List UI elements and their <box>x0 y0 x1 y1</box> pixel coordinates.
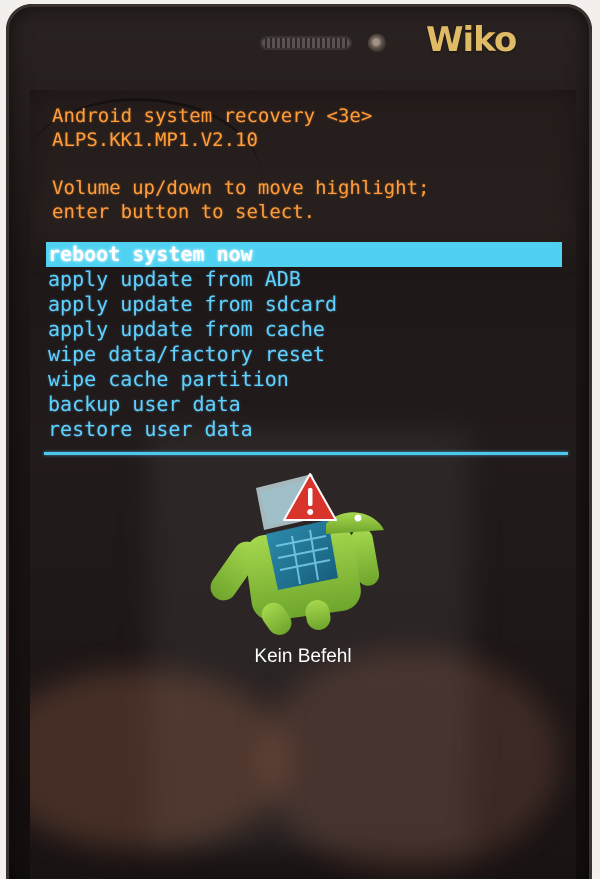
photo-frame: Wiko Android system recovery <3e> ALPS.K… <box>0 0 600 879</box>
recovery-version: ALPS.KK1.MP1.V2.10 <box>52 129 258 151</box>
menu-divider <box>44 452 568 455</box>
android-error-icon <box>210 473 384 635</box>
recovery-title: Android system recovery <3e> <box>52 105 373 127</box>
menu-item-backup-user-data[interactable]: backup user data <box>46 392 562 417</box>
hand-reflection-right <box>260 650 560 870</box>
menu-item-wipe-data-factory-reset[interactable]: wipe data/factory reset <box>46 342 562 367</box>
instruction-line-1: Volume up/down to move highlight; <box>52 177 430 199</box>
earpiece-speaker <box>262 38 350 48</box>
menu-item-apply-update-adb[interactable]: apply update from ADB <box>46 267 562 292</box>
menu-item-apply-update-sdcard[interactable]: apply update from sdcard <box>46 292 562 317</box>
status-caption: Kein Befehl <box>254 646 352 667</box>
menu-item-apply-update-cache[interactable]: apply update from cache <box>46 317 562 342</box>
menu-item-reboot-system-now[interactable]: reboot system now <box>46 242 562 267</box>
recovery-menu: reboot system now apply update from ADB … <box>46 242 562 442</box>
brand-logo: Wiko <box>426 20 517 60</box>
hand-reflection-left <box>30 670 290 850</box>
front-camera <box>368 34 386 52</box>
menu-item-wipe-cache-partition[interactable]: wipe cache partition <box>46 367 562 392</box>
menu-item-restore-user-data[interactable]: restore user data <box>46 417 562 442</box>
recovery-screen: Android system recovery <3e> ALPS.KK1.MP… <box>30 90 576 879</box>
instruction-line-2: enter button to select. <box>52 201 316 223</box>
